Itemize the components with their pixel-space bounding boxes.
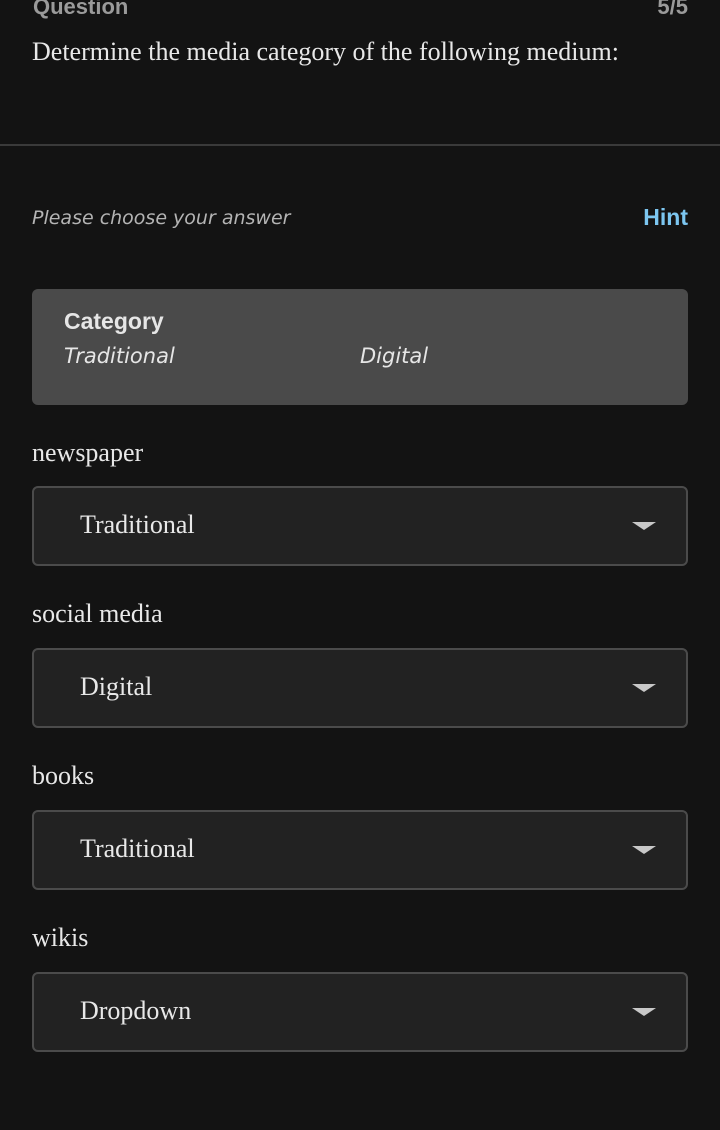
books-select[interactable]: Traditional bbox=[32, 810, 688, 890]
question-counter: 5/5 bbox=[657, 0, 688, 19]
social-media-select[interactable]: Digital bbox=[32, 648, 688, 728]
category-option-traditional: Traditional bbox=[64, 344, 175, 368]
question-text: Determine the media category of the foll… bbox=[32, 37, 619, 66]
hint-button[interactable]: Hint bbox=[643, 202, 688, 232]
select-value: Dropdown bbox=[80, 996, 192, 1025]
select-value: Traditional bbox=[80, 510, 195, 539]
caret-down-icon bbox=[632, 1008, 656, 1016]
category-legend: Category Traditional Digital bbox=[32, 289, 688, 405]
item-label-wikis: wikis bbox=[32, 923, 89, 952]
wikis-select[interactable]: Dropdown bbox=[32, 972, 688, 1052]
newspaper-select[interactable]: Traditional bbox=[32, 486, 688, 566]
category-option-digital: Digital bbox=[360, 344, 429, 368]
select-value: Traditional bbox=[80, 834, 195, 863]
caret-down-icon bbox=[632, 684, 656, 692]
caret-down-icon bbox=[632, 522, 656, 530]
question-label: Question bbox=[33, 0, 129, 19]
item-label-books: books bbox=[32, 761, 95, 790]
category-title: Category bbox=[64, 308, 164, 334]
question-header: Question 5/5 Determine the media categor… bbox=[0, 0, 720, 146]
select-value: Digital bbox=[80, 672, 153, 701]
item-label-social-media: social media bbox=[32, 599, 163, 628]
item-label-newspaper: newspaper bbox=[32, 438, 144, 467]
choose-answer-label: Please choose your answer bbox=[32, 207, 291, 229]
caret-down-icon bbox=[632, 846, 656, 854]
